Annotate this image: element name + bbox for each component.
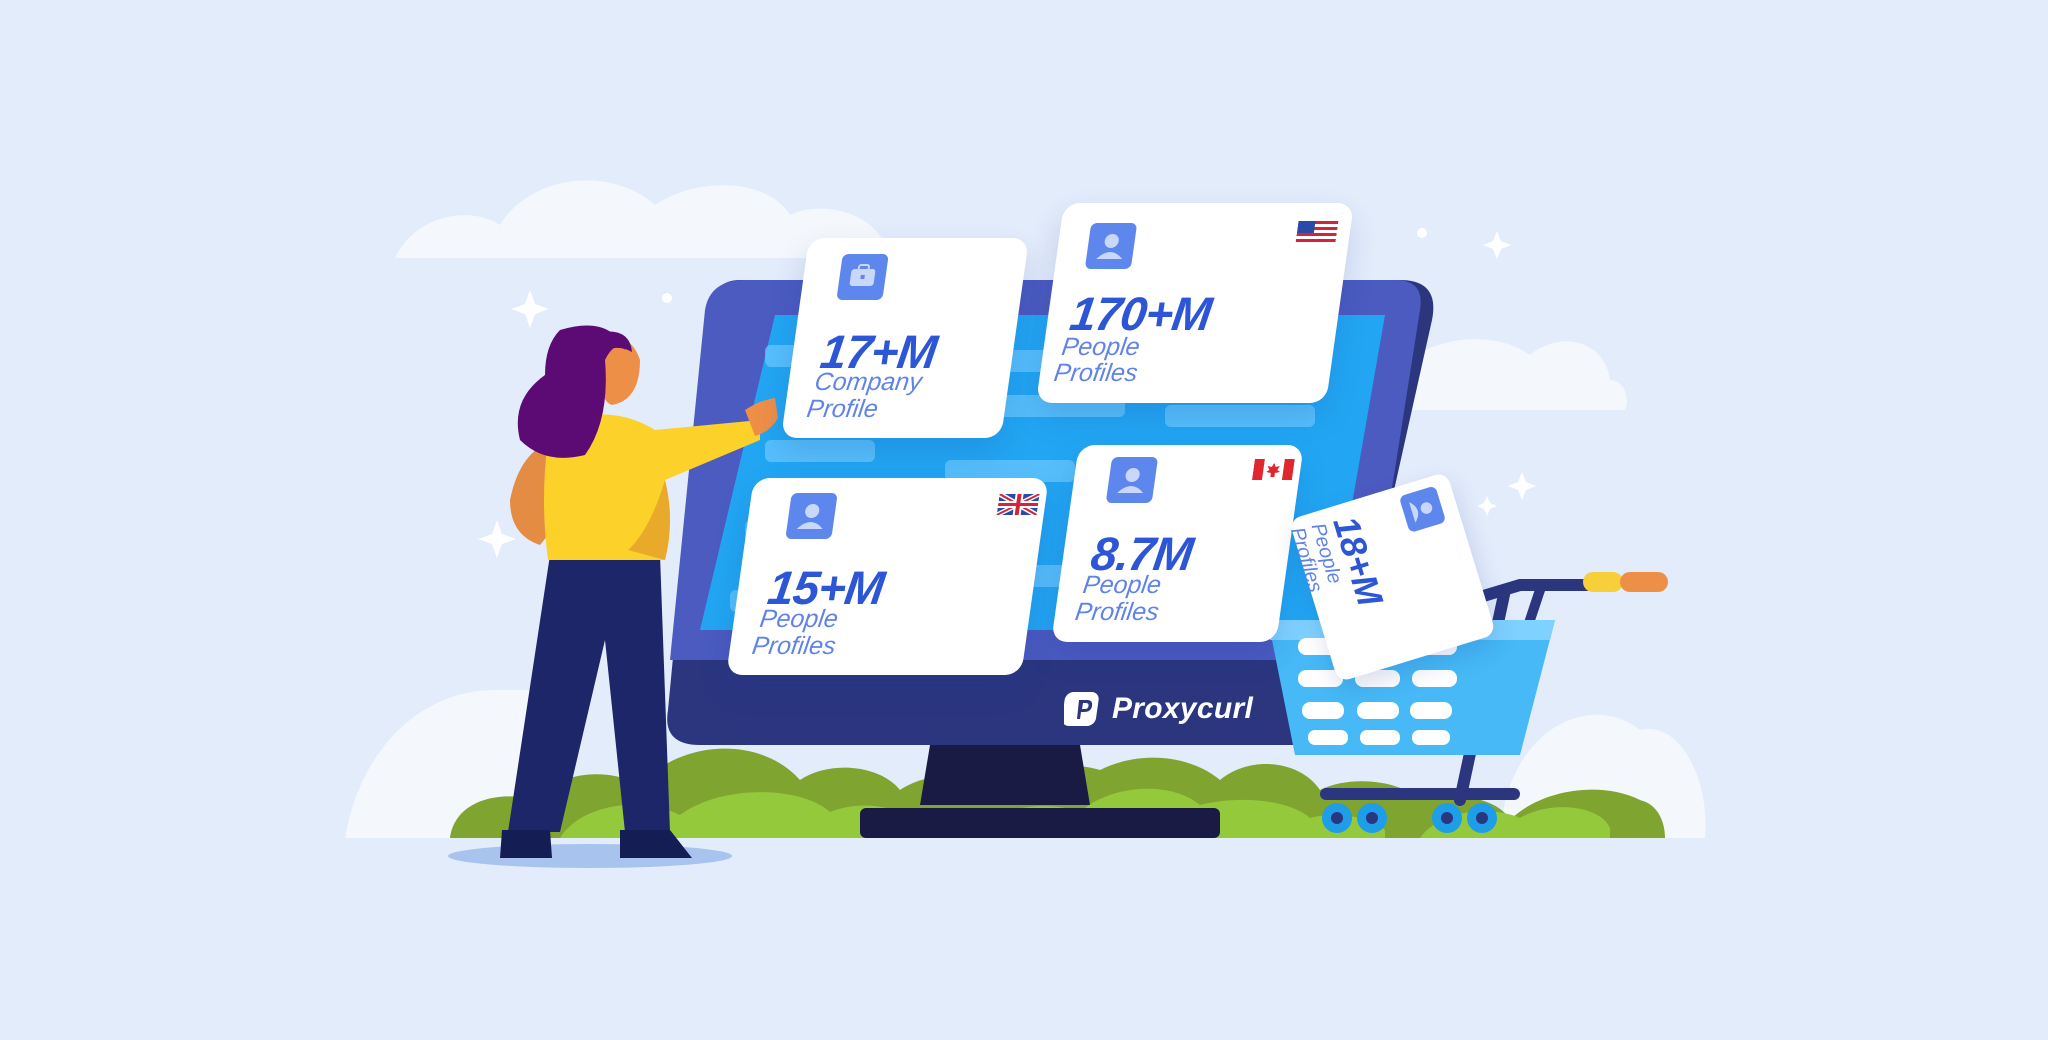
stat-label-line-2: Profiles: [1073, 598, 1161, 626]
stat-label-line-1: People: [1081, 571, 1163, 599]
person-icon: [1084, 223, 1138, 269]
us-flag-icon: [1295, 221, 1339, 242]
illustration-scene: 17+M Company Profile 170+M People Profil…: [0, 0, 2048, 1040]
proxycurl-logo-icon: [1064, 692, 1099, 726]
person-icon: [1105, 457, 1159, 503]
stat-card-us: 170+M People Profiles: [1035, 203, 1355, 403]
stat-card-company: 17+M Company Profile: [780, 238, 1030, 438]
stat-value: 8.7M: [1087, 527, 1196, 580]
brand-name: Proxycurl: [1112, 692, 1254, 725]
person-icon: [785, 493, 838, 539]
stat-label-line-1: People: [758, 605, 840, 633]
stat-label-line-2: Profiles: [1052, 359, 1140, 387]
person-icon: [1398, 485, 1447, 533]
stat-card-uk: 15+M People Profiles: [726, 478, 1049, 675]
stat-value: 170+M: [1066, 287, 1215, 340]
stat-card-canada: 8.7M People Profiles: [1051, 445, 1304, 642]
brand-logo: Proxycurl: [1064, 690, 1253, 728]
stat-label-line-1: Company: [812, 368, 924, 396]
stat-label-line-2: Profiles: [750, 632, 838, 660]
stat-label-line-2: Profile: [805, 395, 880, 423]
uk-flag-icon: [996, 494, 1040, 515]
stat-label-line-1: People: [1059, 333, 1142, 361]
briefcase-icon: [836, 254, 889, 300]
canada-flag-icon: [1251, 459, 1295, 480]
stat-value: 15+M: [764, 561, 888, 614]
